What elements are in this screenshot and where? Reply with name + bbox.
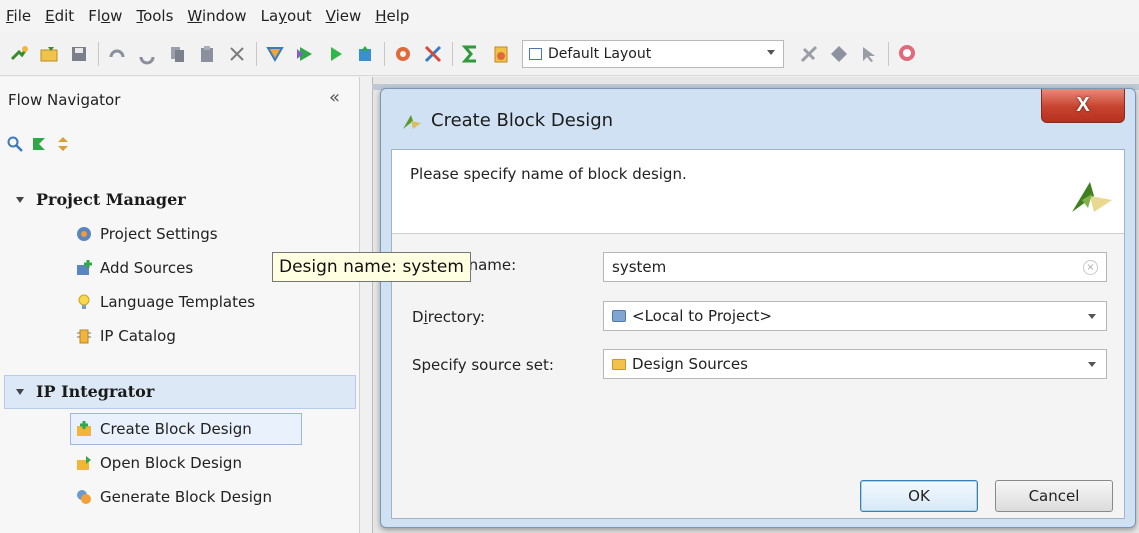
open-block-design-icon [74, 453, 94, 473]
folder-icon [612, 358, 626, 370]
menu-file[interactable]: File [6, 7, 31, 25]
section-ip-integrator[interactable]: IP Integrator [16, 382, 154, 401]
section-project-manager-label: Project Manager [36, 190, 186, 209]
clear-icon[interactable]: × [1083, 260, 1098, 275]
menu-view[interactable]: View [326, 7, 362, 25]
search-icon[interactable] [6, 135, 24, 157]
toolbar-separator [384, 41, 385, 66]
sigma-icon[interactable] [458, 41, 484, 67]
nav-add-sources-label: Add Sources [100, 259, 194, 277]
diamond-icon[interactable] [826, 41, 852, 67]
report-icon[interactable] [488, 41, 514, 67]
chevron-down-icon [1088, 314, 1096, 319]
menu-layout[interactable]: Layout [261, 7, 312, 25]
chevron-down-icon [1088, 362, 1096, 367]
flow-navigator: Flow Navigator « Project Manager Project… [0, 77, 360, 533]
source-set-select[interactable]: Design Sources [603, 349, 1107, 379]
cancel-button[interactable]: Cancel [995, 480, 1113, 512]
open-project-icon[interactable] [36, 41, 62, 67]
save-icon[interactable] [66, 41, 92, 67]
source-set-label: Specify source set: [412, 356, 554, 374]
section-project-manager[interactable]: Project Manager [16, 190, 186, 209]
vivado-logo-icon [1068, 178, 1114, 218]
source-set-value: Design Sources [632, 355, 748, 373]
gear-icon [74, 224, 94, 244]
new-project-icon[interactable] [6, 41, 32, 67]
nav-ip-catalog-label: IP Catalog [100, 327, 176, 345]
collapse-all-icon[interactable] [30, 135, 48, 157]
pointer-icon[interactable] [856, 41, 882, 67]
program-device-icon[interactable] [352, 41, 378, 67]
ip-catalog-icon [74, 326, 94, 346]
toolbar-separator [452, 41, 453, 66]
add-sources-icon [74, 258, 94, 278]
redo-icon[interactable] [134, 41, 160, 67]
help-chat-icon[interactable] [894, 41, 920, 67]
chevron-down-icon [767, 49, 775, 55]
menu-help[interactable]: Help [375, 7, 409, 25]
design-name-input[interactable]: system × [603, 252, 1107, 282]
flow-navigator-title: Flow Navigator [8, 91, 121, 109]
menu-bar: File Edit Flow Tools Window Layout View … [0, 0, 1139, 32]
nav-ip-catalog[interactable]: IP Catalog [74, 326, 176, 346]
nav-open-block-design[interactable]: Open Block Design [74, 453, 242, 473]
nav-create-block-design-label: Create Block Design [100, 420, 252, 438]
run-icon[interactable] [322, 41, 348, 67]
expand-triangle-icon [16, 388, 24, 395]
tooltip: Design name: system [272, 252, 471, 282]
layout-select-value: Default Layout [548, 45, 652, 62]
dialog-title: Create Block Design [431, 110, 614, 131]
expand-all-icon[interactable] [54, 135, 72, 157]
expand-triangle-icon [16, 196, 24, 203]
directory-label: Directory: [412, 308, 486, 326]
nav-language-templates-label: Language Templates [100, 293, 256, 311]
toolbar-separator [98, 41, 99, 66]
menu-edit[interactable]: Edit [45, 7, 74, 25]
layout-icon [529, 47, 542, 60]
dialog-instruction: Please specify name of block design. [410, 165, 687, 183]
ok-button[interactable]: OK [860, 480, 978, 512]
design-name-value: system [612, 258, 667, 276]
layout-select[interactable]: Default Layout [522, 39, 784, 68]
run-synthesis-icon[interactable] [262, 41, 288, 67]
nav-generate-block-design-label: Generate Block Design [100, 488, 272, 506]
menu-window[interactable]: Window [187, 7, 246, 25]
paste-icon[interactable] [194, 41, 220, 67]
delete-icon[interactable] [224, 41, 250, 67]
debug-icon[interactable] [796, 41, 822, 67]
menu-flow[interactable]: Flow [88, 7, 122, 25]
dialog-header: Please specify name of block design. [392, 150, 1124, 234]
toolbar-separator [256, 41, 257, 66]
nav-add-sources[interactable]: Add Sources [74, 258, 193, 278]
nav-generate-block-design[interactable]: Generate Block Design [74, 487, 272, 507]
settings-icon[interactable] [390, 41, 416, 67]
nav-project-settings[interactable]: Project Settings [74, 224, 218, 244]
close-button[interactable]: X [1041, 89, 1125, 123]
nav-open-block-design-label: Open Block Design [100, 454, 242, 472]
run-implementation-icon[interactable] [292, 41, 318, 67]
undo-icon[interactable] [104, 41, 130, 67]
local-folder-icon [612, 310, 626, 322]
toolbar-separator [888, 41, 889, 66]
vivado-logo-icon [401, 111, 423, 135]
menu-tools[interactable]: Tools [136, 7, 173, 25]
nav-language-templates[interactable]: Language Templates [74, 292, 255, 312]
section-ip-integrator-label: IP Integrator [36, 382, 155, 401]
create-block-design-icon [74, 419, 94, 439]
flow-navigator-tools [6, 135, 72, 157]
directory-select[interactable]: <Local to Project> [603, 301, 1107, 331]
generate-block-design-icon [74, 487, 94, 507]
copy-icon[interactable] [164, 41, 190, 67]
lightbulb-icon [74, 292, 94, 312]
create-block-design-dialog: Create Block Design X Please specify nam… [380, 88, 1136, 528]
dialog-body: Please specify name of block design. Des… [391, 149, 1125, 519]
nav-create-block-design[interactable]: Create Block Design [74, 419, 252, 439]
main-toolbar: Default Layout [0, 32, 1139, 76]
tools-icon[interactable] [420, 41, 446, 67]
directory-value: <Local to Project> [632, 307, 772, 325]
collapse-icon[interactable]: « [329, 87, 340, 108]
nav-project-settings-label: Project Settings [100, 225, 218, 243]
